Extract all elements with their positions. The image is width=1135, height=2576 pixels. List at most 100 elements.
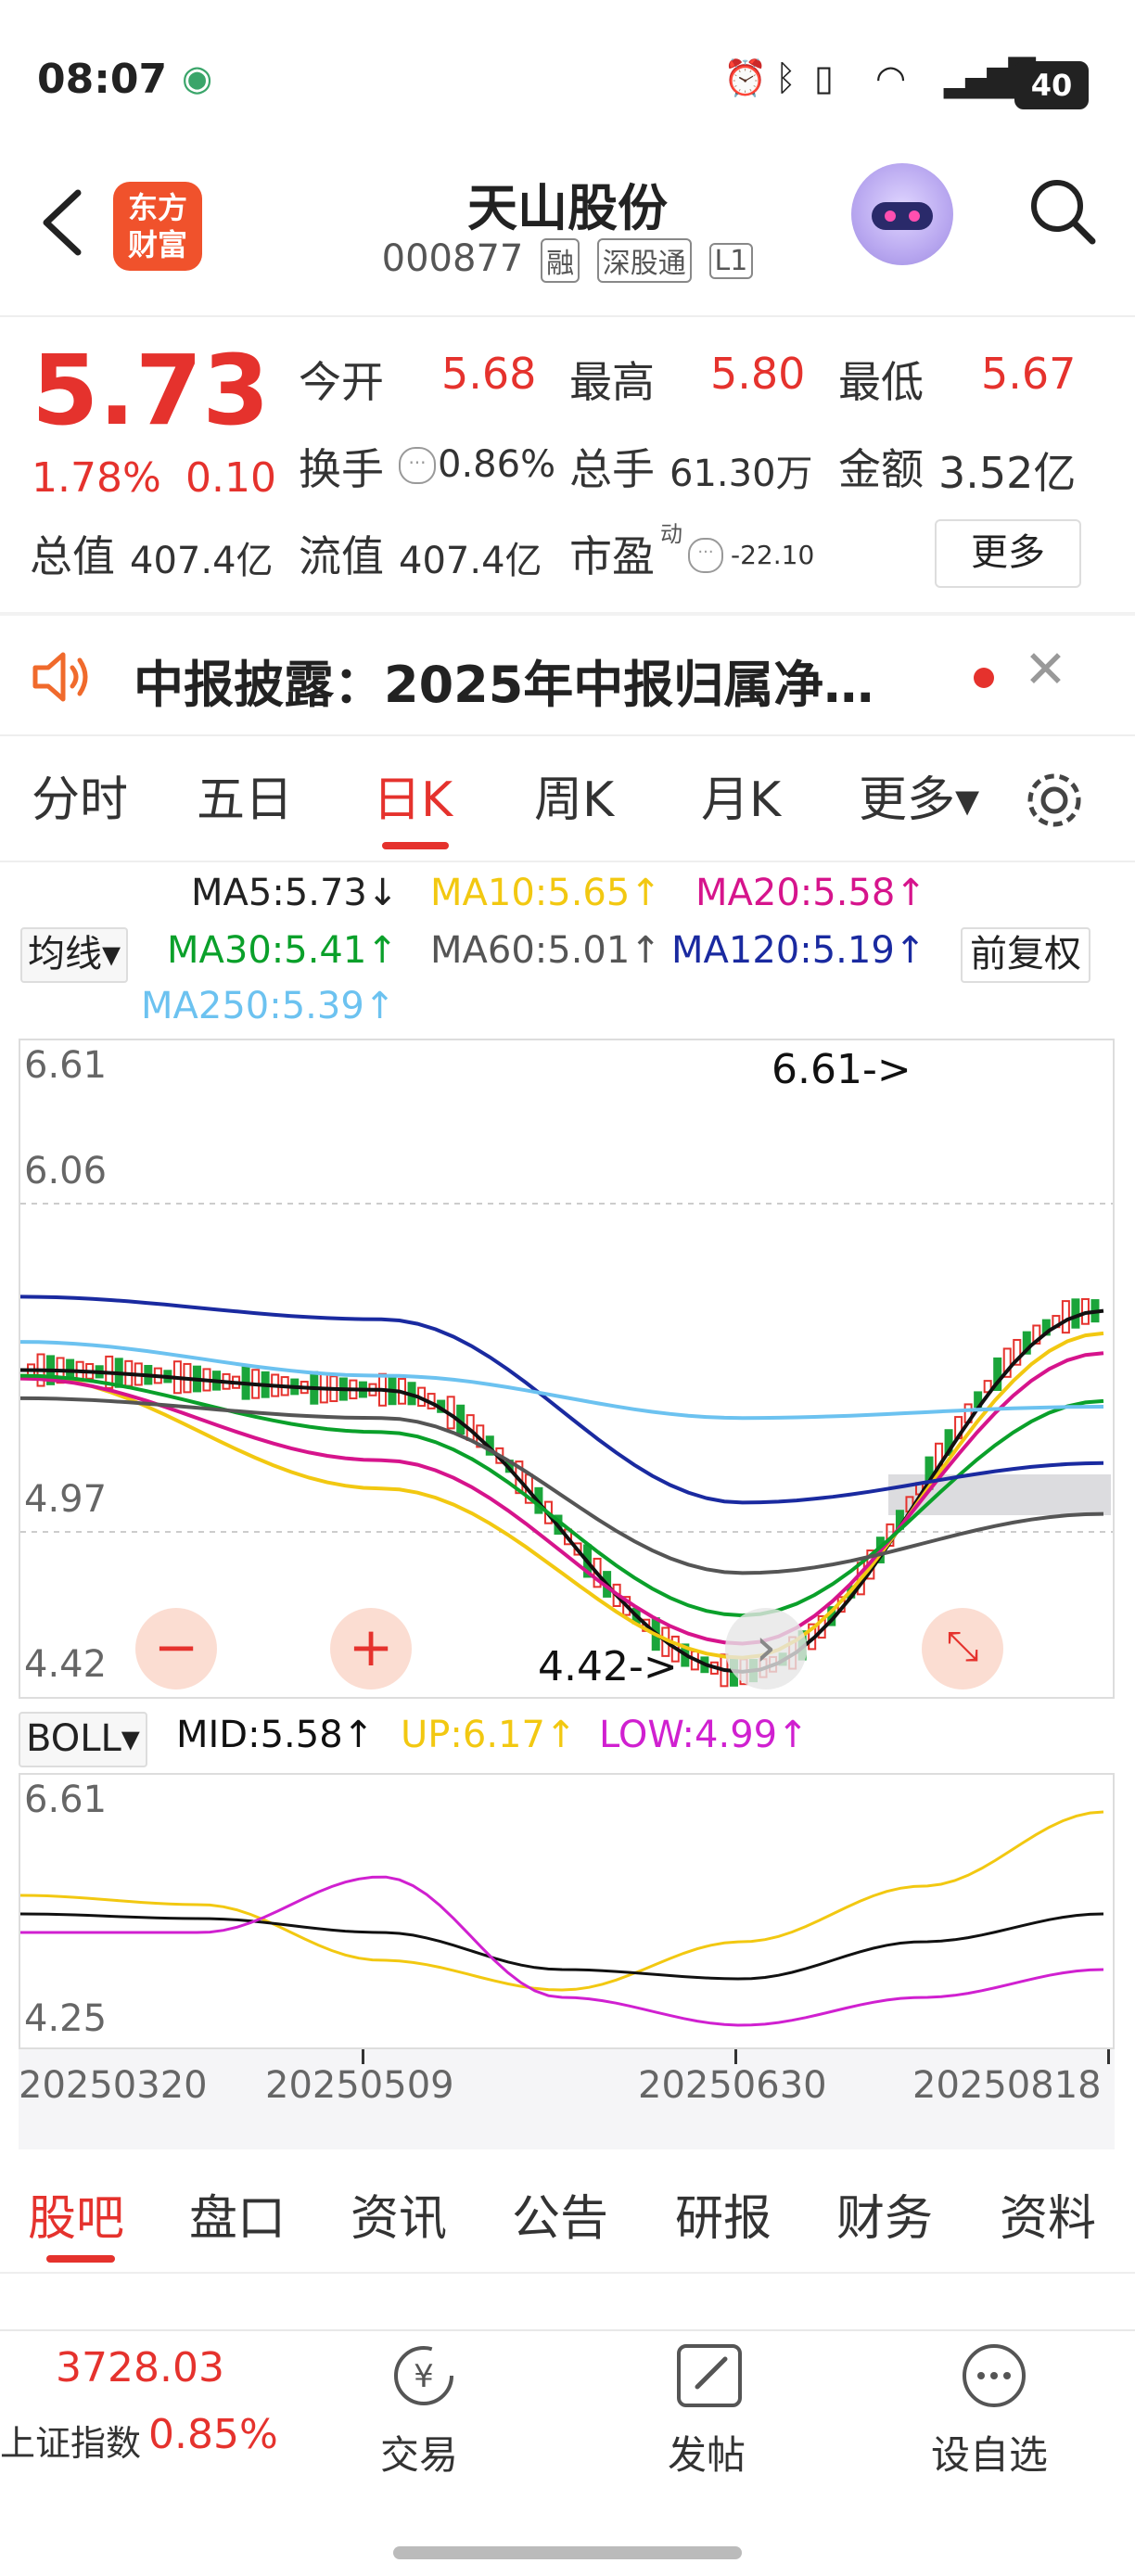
adjust-select[interactable]: 前复权 bbox=[961, 927, 1090, 983]
low-value: 5.67 bbox=[981, 349, 1077, 399]
x-tick bbox=[1107, 2049, 1110, 2064]
kline-chart[interactable]: 6.61 6.06 4.97 4.42 6.61-> 4.42-> − + › … bbox=[19, 1039, 1115, 1699]
tab-more[interactable]: 更多▾ bbox=[859, 760, 979, 830]
boll-indicator-select[interactable]: BOLL▾ bbox=[19, 1712, 147, 1767]
y-label-low: 4.97 bbox=[24, 1478, 108, 1521]
tab-announcements[interactable]: 公告 bbox=[512, 2179, 608, 2249]
high-value: 5.80 bbox=[710, 349, 806, 399]
search-icon[interactable] bbox=[1026, 174, 1100, 249]
current-price: 5.73 bbox=[32, 334, 270, 447]
change-percent: 1.78% bbox=[32, 454, 161, 502]
boll-up-legend: UP:6.17↑ bbox=[401, 1714, 577, 1756]
ma-indicator-select[interactable]: 均线▾ bbox=[20, 927, 129, 983]
assistant-avatar[interactable] bbox=[851, 163, 953, 265]
stock-name: 天山股份 bbox=[467, 179, 668, 237]
tab-research[interactable]: 研报 bbox=[675, 2179, 772, 2249]
boll-line bbox=[20, 1875, 1104, 2027]
y-label-mid: 6.06 bbox=[24, 1150, 108, 1192]
candle bbox=[1061, 1300, 1070, 1334]
max-price-marker: 6.61-> bbox=[772, 1046, 912, 1093]
boll-line bbox=[19, 1912, 1104, 1981]
post-label[interactable]: 发帖 bbox=[668, 2424, 746, 2480]
tab-forum[interactable]: 股吧 bbox=[28, 2179, 124, 2249]
more-button[interactable]: 更多 bbox=[935, 519, 1081, 588]
tab-orderbook[interactable]: 盘口 bbox=[189, 2179, 286, 2249]
boll-line bbox=[19, 1810, 1104, 1992]
status-bar: 08:07 ◉ ⏰ ᛒ ▯ ◠ ▂▄▆█ 40 bbox=[0, 0, 1135, 158]
boll-y-bottom: 4.25 bbox=[24, 1997, 108, 2040]
stock-code-line: 000877 融 深股通 L1 bbox=[0, 237, 1135, 283]
vibrate-icon: ▯ bbox=[814, 57, 834, 98]
footer-bar: 3728.03 上证指数 0.85% ¥ 交易 发帖 设自选 bbox=[0, 2329, 1135, 2576]
float-value: 407.4亿 bbox=[399, 540, 542, 582]
collapse-icon[interactable]: ⤡ bbox=[922, 1608, 1003, 1690]
zoom-out-button[interactable]: − bbox=[135, 1608, 217, 1690]
pe-superscript: 动 bbox=[660, 521, 682, 547]
low-label: 最低 bbox=[838, 357, 924, 407]
turnover-value: 0.86% bbox=[438, 443, 556, 486]
tab-five-day[interactable]: 五日 bbox=[197, 760, 293, 830]
pe-label: 市盈 bbox=[569, 531, 655, 581]
x-label-date: 20250320 bbox=[19, 2064, 208, 2107]
news-divider bbox=[0, 734, 1135, 736]
boll-chart[interactable]: 6.61 4.25 bbox=[19, 1773, 1115, 2049]
ma10-text: MA10:5.65↑ bbox=[430, 872, 661, 914]
wifi-icon: ◠ bbox=[875, 57, 907, 98]
zoom-in-button[interactable]: + bbox=[330, 1608, 412, 1690]
x-tick bbox=[734, 2049, 737, 2064]
info-icon[interactable]: ··· bbox=[399, 447, 436, 484]
tab-weekly-k[interactable]: 周K bbox=[534, 760, 614, 830]
clock: 08:07 bbox=[37, 56, 168, 103]
x-tick bbox=[362, 2049, 364, 2064]
close-icon[interactable]: ✕ bbox=[1024, 640, 1067, 700]
tab-news[interactable]: 资讯 bbox=[351, 2179, 447, 2249]
tab-intraday[interactable]: 分时 bbox=[32, 760, 128, 830]
ma30-legend: MA30:5.41↑ bbox=[167, 929, 398, 972]
candle bbox=[1071, 1298, 1080, 1329]
boll-low-legend: LOW:4.99↑ bbox=[599, 1714, 809, 1756]
ma20-legend: MA20:5.58↑ bbox=[695, 872, 926, 914]
index-name[interactable]: 上证指数 bbox=[0, 2415, 141, 2466]
tag-margin: 融 bbox=[541, 238, 580, 283]
mktcap-value: 407.4亿 bbox=[130, 540, 274, 582]
speaker-icon bbox=[32, 652, 88, 702]
battery-icon: 40 bbox=[1014, 61, 1089, 109]
pe-value: -22.10 bbox=[731, 540, 815, 570]
stock-code: 000877 bbox=[381, 237, 524, 280]
x-label-date: 20250630 bbox=[638, 2064, 827, 2107]
x-label-date: 20250818 bbox=[912, 2064, 1102, 2107]
min-price-marker: 4.42-> bbox=[538, 1643, 678, 1690]
tag-connect: 深股通 bbox=[596, 238, 692, 283]
trade-label[interactable]: 交易 bbox=[380, 2424, 458, 2480]
mktcap-label: 总值 bbox=[30, 531, 115, 581]
volume-label: 总手 bbox=[569, 444, 655, 494]
ma5-text: MA5:5.73↓ bbox=[191, 872, 399, 914]
add-watchlist-icon[interactable] bbox=[957, 2340, 1031, 2411]
boll-svg bbox=[19, 1810, 1104, 2027]
float-label: 流值 bbox=[299, 531, 384, 581]
ma10-legend: MA10:5.65↑ bbox=[430, 872, 661, 914]
news-banner[interactable]: 中报披露：2025年中报归属净… ✕ bbox=[0, 616, 1135, 734]
ma30-text: MA30:5.41↑ bbox=[167, 929, 398, 972]
tab-monthly-k[interactable]: 月K bbox=[701, 760, 781, 830]
header-divider bbox=[0, 315, 1135, 317]
ma60-text: MA60:5.01↑ bbox=[430, 929, 661, 972]
amount-label: 金额 bbox=[838, 444, 924, 494]
boll-mid-legend: MID:5.58↑ bbox=[176, 1714, 375, 1756]
tab-daily-k[interactable]: 日K bbox=[373, 760, 453, 830]
ma5-legend: MA5:5.73↓ bbox=[191, 872, 398, 914]
tab-finance[interactable]: 财务 bbox=[836, 2179, 933, 2249]
index-change[interactable]: 0.85% bbox=[148, 2411, 278, 2458]
watchlist-label[interactable]: 设自选 bbox=[931, 2424, 1048, 2480]
pe-info-icon[interactable]: ··· bbox=[688, 538, 723, 573]
ma250-text: MA250:5.39↑ bbox=[141, 985, 396, 1027]
post-icon[interactable] bbox=[673, 2340, 747, 2411]
trade-icon[interactable]: ¥ bbox=[384, 2340, 464, 2411]
ma120-legend: MA120:5.19↑ bbox=[671, 929, 925, 972]
tab-profile[interactable]: 资料 bbox=[1000, 2179, 1096, 2249]
home-indicator[interactable] bbox=[393, 2546, 742, 2559]
index-value[interactable]: 3728.03 bbox=[56, 2344, 224, 2391]
settings-gear-icon[interactable] bbox=[1020, 766, 1089, 835]
turnover-label: 换手 bbox=[299, 444, 384, 494]
next-arrow-button[interactable]: › bbox=[725, 1608, 807, 1690]
